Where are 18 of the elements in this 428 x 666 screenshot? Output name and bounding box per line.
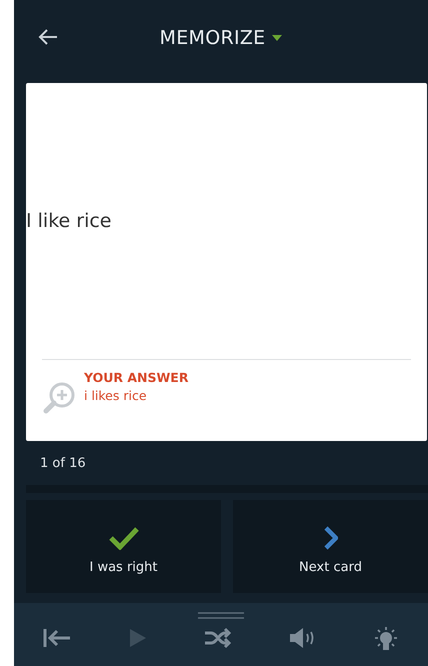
screen-title[interactable]: MEMORIZE bbox=[160, 27, 266, 49]
play-icon bbox=[128, 627, 148, 649]
answer-text: i likes rice bbox=[84, 388, 148, 403]
back-icon[interactable] bbox=[38, 28, 58, 46]
card-counter: 1 of 16 bbox=[40, 456, 87, 471]
prompt-text: I like rice bbox=[26, 210, 112, 232]
dropdown-caret-icon[interactable] bbox=[272, 35, 282, 41]
drag-handle-icon[interactable] bbox=[198, 612, 244, 620]
hint-button[interactable] bbox=[372, 627, 400, 653]
speaker-icon bbox=[288, 627, 316, 649]
skip-to-start-icon bbox=[42, 627, 72, 649]
chevron-right-icon bbox=[324, 526, 338, 550]
lightbulb-icon bbox=[372, 627, 400, 653]
answer-label: YOUR ANSWER bbox=[84, 370, 188, 385]
shuffle-icon bbox=[204, 627, 232, 649]
checkmark-icon bbox=[108, 526, 138, 550]
correct-button[interactable]: I was right bbox=[26, 500, 221, 593]
next-card-button[interactable]: Next card bbox=[233, 500, 428, 593]
